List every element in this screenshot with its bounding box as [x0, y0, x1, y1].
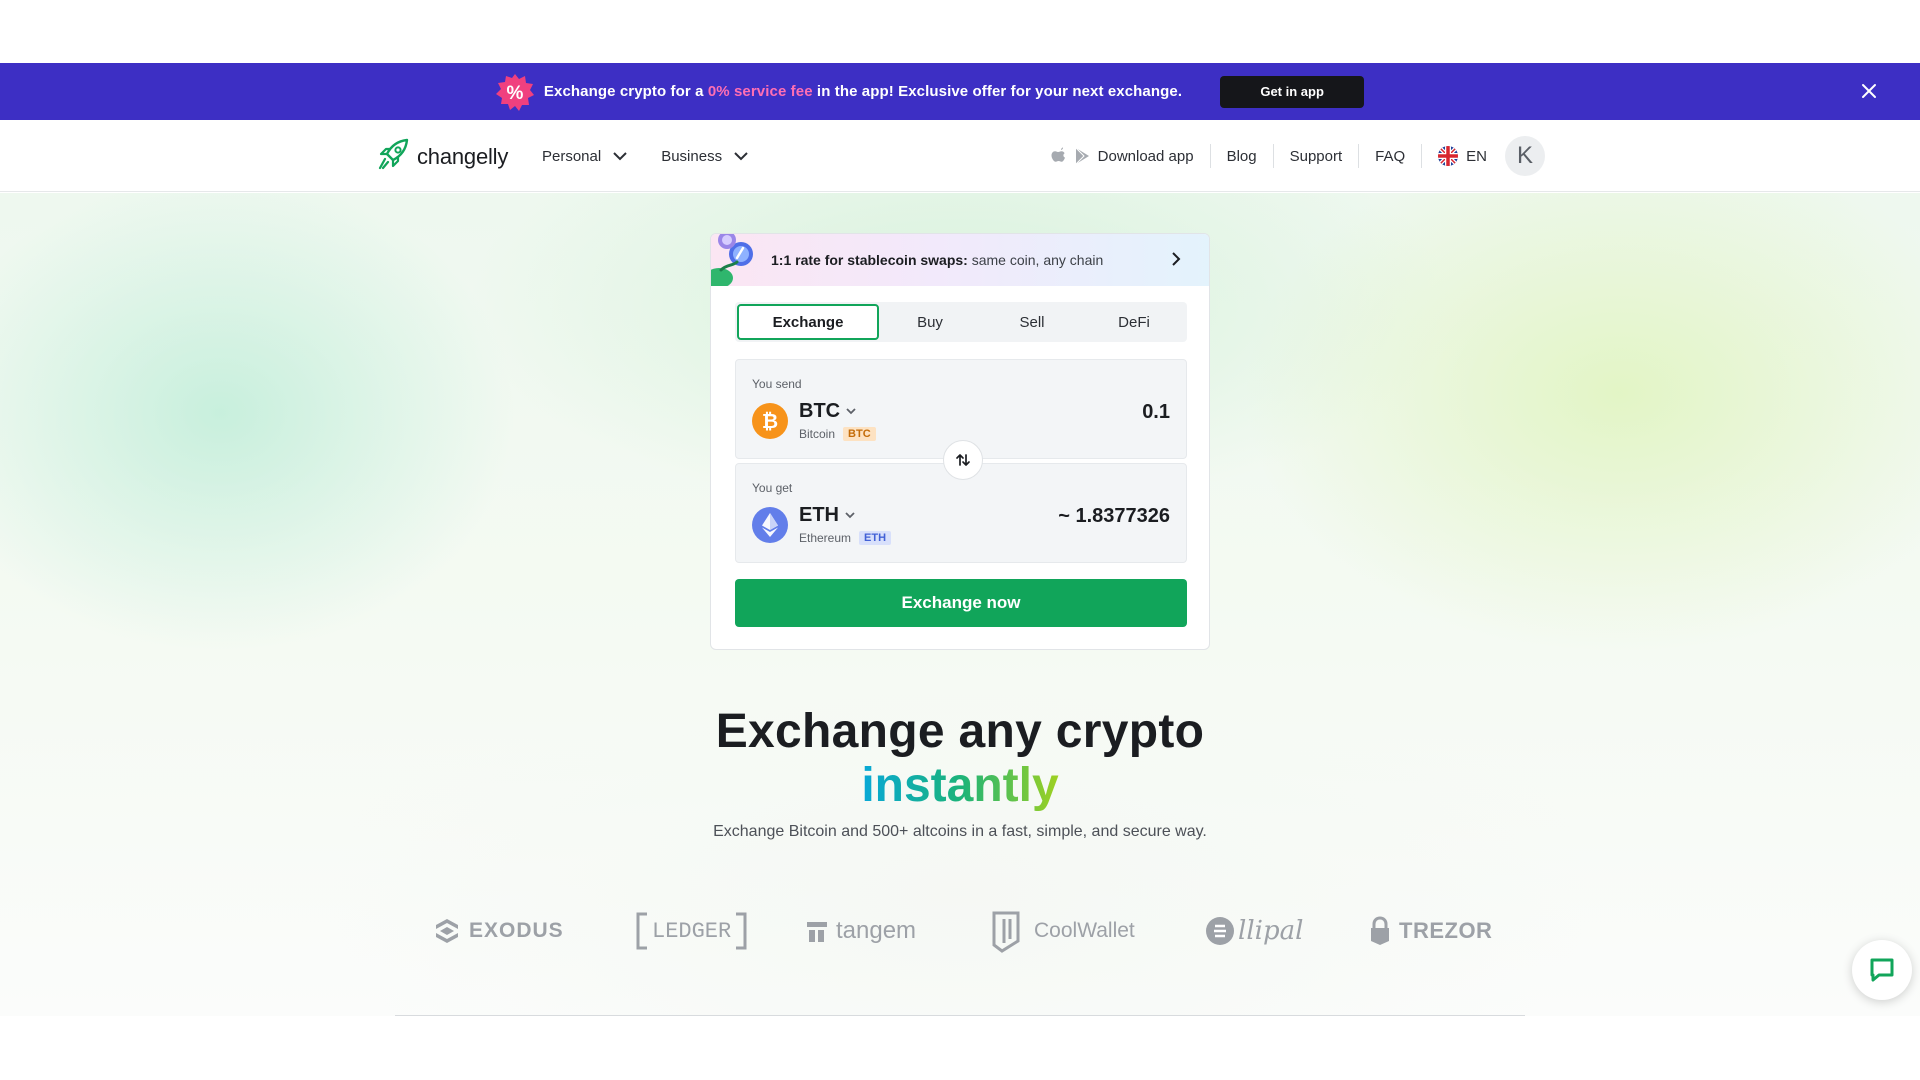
percent-symbol: % [506, 83, 523, 104]
nav-personal-label: Personal [542, 147, 602, 165]
send-label: You send [752, 377, 802, 391]
tangem-logo-icon [807, 922, 827, 942]
chevron-down-icon [845, 512, 855, 519]
nav-business-label: Business [661, 147, 723, 165]
tab-sell[interactable]: Sell [981, 304, 1083, 340]
get-amount-value: ~ 1.8377326 [1058, 505, 1170, 527]
partner-ellipal-name: llipal [1238, 916, 1304, 946]
coolwallet-logo-icon [992, 911, 1020, 953]
promo-text-before: Exchange crypto for a [543, 83, 704, 100]
faq-link[interactable]: FAQ [1358, 144, 1421, 168]
chevron-right-icon [1172, 252, 1181, 266]
section-divider [395, 1015, 1525, 1016]
chat-bubble-icon [1870, 958, 1894, 982]
language-label: EN [1466, 147, 1487, 165]
tab-defi[interactable]: DeFi [1083, 304, 1185, 340]
uk-flag-icon [1438, 146, 1459, 166]
nav-left: Personal Business [542, 120, 748, 192]
changelly-logo[interactable]: changelly [377, 137, 508, 176]
send-currency-selector[interactable]: BTC [799, 400, 856, 423]
chevron-down-icon [613, 151, 627, 160]
nav-right: Download app Blog Support FAQ EN K [1050, 120, 1545, 192]
download-app-link[interactable]: Download app [1050, 144, 1210, 168]
get-ticker: ETH [799, 504, 839, 526]
swap-button[interactable] [943, 440, 983, 480]
hero-title-gradient-word: instantly [861, 759, 1059, 812]
close-icon[interactable] [1858, 80, 1880, 102]
nav-personal-dropdown[interactable]: Personal [542, 148, 627, 165]
ethereum-icon [752, 507, 788, 543]
partner-tangem-name: tangem [836, 917, 917, 944]
exchange-now-button[interactable]: Exchange now [735, 579, 1187, 627]
promo-highlight: 0% service fee [707, 83, 813, 100]
partner-trezor-name: TREZOR [1399, 918, 1493, 943]
partner-exodus-name: EXODUS [469, 919, 564, 942]
partner-coolwallet-name: CoolWallet [1034, 919, 1135, 942]
partner-coolwallet: CoolWallet [988, 905, 1135, 957]
hero-title-line1: Exchange any crypto [715, 705, 1205, 758]
chevron-down-icon [846, 408, 856, 415]
stablecoin-strip-text: 1:1 rate for stablecoin swaps: same coin… [771, 252, 1103, 268]
swap-arrows-icon [956, 454, 970, 466]
support-label: Support [1289, 147, 1343, 165]
language-selector[interactable]: EN [1421, 144, 1503, 168]
get-coin-name: Ethereum ETH [799, 531, 892, 545]
partner-logos: EXODUS LEDGER tangem CoolWallet llipal T… [0, 905, 1920, 957]
support-link[interactable]: Support [1272, 144, 1359, 168]
get-in-app-button[interactable]: Get in app [1220, 75, 1365, 108]
get-label: You get [752, 481, 793, 495]
faq-label: FAQ [1375, 147, 1406, 165]
send-name: Bitcoin [799, 427, 836, 441]
apple-icon [1051, 147, 1065, 162]
stablecoin-illustration-icon [711, 234, 753, 286]
logo-text: changelly [417, 143, 509, 169]
ellipal-logo-icon [1206, 917, 1234, 945]
send-network-tag: BTC [843, 427, 876, 441]
ledger-bracket-left-icon [636, 912, 647, 950]
avatar[interactable]: K [1505, 136, 1545, 176]
percent-badge-icon: % [495, 73, 534, 111]
google-play-icon [1075, 147, 1089, 165]
widget-tabs: Exchange Buy Sell DeFi [735, 302, 1187, 342]
blog-label: Blog [1226, 147, 1257, 165]
promo-banner: % Exchange crypto for a 0% service fee i… [0, 63, 1920, 120]
partner-ledger-name: LEDGER [652, 918, 732, 944]
get-currency-selector[interactable]: ETH [799, 504, 855, 527]
nav-business-dropdown[interactable]: Business [661, 148, 748, 165]
exchange-widget: 1:1 rate for stablecoin swaps: same coin… [710, 233, 1210, 650]
partner-exodus: EXODUS [433, 905, 564, 957]
partner-trezor: TREZOR [1369, 905, 1492, 957]
stablecoin-promo-strip[interactable]: 1:1 rate for stablecoin swaps: same coin… [711, 234, 1209, 286]
send-coin-name: Bitcoin BTC [799, 427, 876, 441]
download-app-label: Download app [1097, 147, 1194, 165]
partner-ellipal: llipal [1204, 905, 1303, 957]
site-header: changelly Personal Business Download app… [0, 120, 1920, 192]
promo-text-after: in the app! Exclusive offer for your nex… [816, 83, 1183, 100]
tab-buy[interactable]: Buy [879, 304, 981, 340]
support-chat-button[interactable] [1852, 940, 1912, 1000]
send-ticker: BTC [799, 400, 841, 422]
exodus-logo-icon [436, 919, 458, 943]
send-amount-input[interactable]: 0.1 [1142, 401, 1170, 424]
svg-text:₿: ₿ [762, 411, 778, 432]
strip-rest-text: same coin, any chain [971, 252, 1104, 268]
chevron-down-icon [734, 151, 748, 160]
get-name: Ethereum [799, 531, 852, 545]
partner-ledger: LEDGER [636, 905, 747, 957]
hero-title-line2: instantly [0, 759, 1920, 813]
partner-tangem: tangem [806, 905, 916, 957]
promo-text: Exchange crypto for a 0% service fee in … [544, 83, 1182, 100]
hero-subtitle: Exchange Bitcoin and 500+ altcoins in a … [713, 823, 1207, 840]
bitcoin-icon: ₿ [752, 403, 788, 439]
tab-exchange[interactable]: Exchange [737, 304, 879, 340]
blog-link[interactable]: Blog [1209, 144, 1273, 168]
get-network-tag: ETH [859, 531, 892, 545]
strip-bold-text: 1:1 rate for stablecoin swaps: [771, 252, 968, 268]
ledger-bracket-right-icon [736, 912, 747, 950]
rocket-logo-icon [377, 137, 411, 176]
trezor-lock-icon [1371, 916, 1389, 945]
